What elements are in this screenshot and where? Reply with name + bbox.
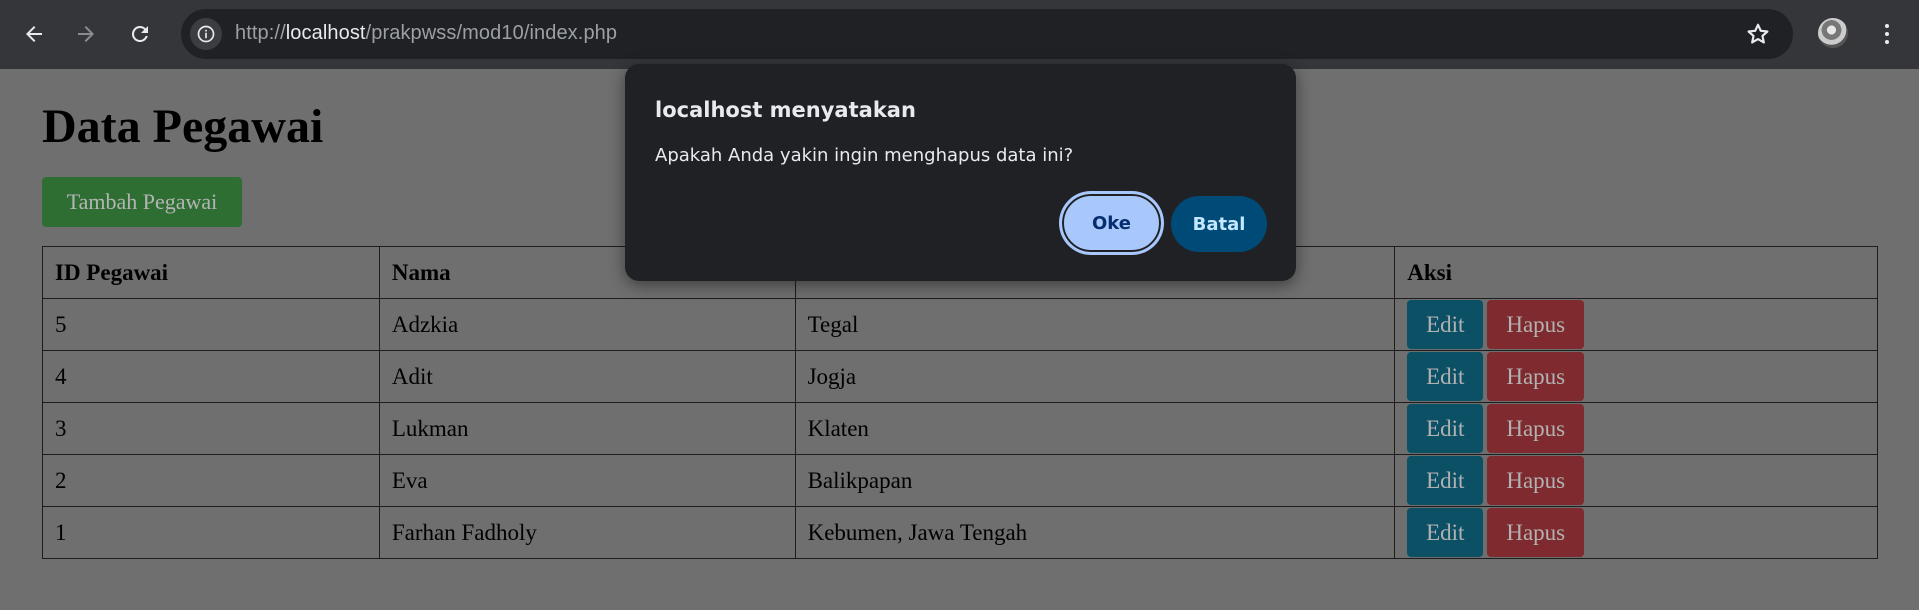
cell-actions: Edit Hapus [1394,506,1878,559]
cell-actions: Edit Hapus [1394,298,1878,351]
avatar[interactable] [1818,18,1848,48]
cell-id: 3 [42,402,380,455]
cell-address: Tegal [794,298,1396,351]
delete-button[interactable]: Hapus [1487,300,1585,349]
cell-address: Klaten [794,402,1396,455]
cell-address: Kebumen, Jawa Tengah [794,506,1396,559]
url-host: localhost [285,22,366,44]
cell-name: Lukman [378,402,796,455]
arrow-left-icon [26,26,42,42]
table-row: 4 Adit Jogja Edit Hapus [42,350,1878,403]
delete-button[interactable]: Hapus [1487,404,1585,453]
delete-button[interactable]: Hapus [1487,508,1585,557]
bookmark-button[interactable] [1741,17,1775,51]
add-employee-button[interactable]: Tambah Pegawai [42,177,242,227]
address-bar[interactable]: http://localhost/prakpwss/mod10/index.ph… [181,9,1793,59]
page-title: Data Pegawai [42,100,324,153]
back-button[interactable] [18,18,50,50]
cell-id: 1 [42,506,380,559]
reload-button[interactable] [124,18,156,50]
table-row: 5 Adzkia Tegal Edit Hapus [42,298,1878,351]
cell-actions: Edit Hapus [1394,350,1878,403]
cell-name: Adit [378,350,796,403]
column-header-action: Aksi [1394,246,1878,299]
forward-button[interactable] [70,18,102,50]
ok-button[interactable]: Oke [1060,192,1163,254]
table-row: 1 Farhan Fadholy Kebumen, Jawa Tengah Ed… [42,506,1878,559]
cell-address: Jogja [794,350,1396,403]
delete-button[interactable]: Hapus [1487,456,1585,505]
edit-button[interactable]: Edit [1407,456,1484,505]
table-row: 3 Lukman Klaten Edit Hapus [42,402,1878,455]
cell-name: Eva [378,454,796,507]
url-path: /prakpwss/mod10/index.php [365,22,618,44]
site-info-button[interactable] [190,18,222,50]
arrow-right-icon [78,26,94,42]
info-icon [197,25,215,43]
edit-button[interactable]: Edit [1407,352,1484,401]
url-prefix: http:// [235,22,286,44]
delete-button[interactable]: Hapus [1487,352,1585,401]
browser-toolbar: http://localhost/prakpwss/mod10/index.ph… [0,0,1919,69]
cell-id: 2 [42,454,380,507]
cancel-button[interactable]: Batal [1171,196,1267,252]
cell-id: 5 [42,298,380,351]
url-text: http://localhost/prakpwss/mod10/index.ph… [235,22,617,45]
dialog-title: localhost menyatakan [655,98,916,122]
cell-id: 4 [42,350,380,403]
employee-table: ID Pegawai Nama Aksi 5 Adzkia Tegal Edit… [42,246,1878,559]
star-icon [1747,23,1769,44]
reload-icon [131,25,148,42]
dialog-message: Apakah Anda yakin ingin menghapus data i… [655,145,1074,166]
cell-actions: Edit Hapus [1394,454,1878,507]
table-row: 2 Eva Balikpapan Edit Hapus [42,454,1878,507]
confirm-dialog: localhost menyatakan Apakah Anda yakin i… [625,64,1296,281]
column-header-id: ID Pegawai [42,246,380,299]
edit-button[interactable]: Edit [1407,404,1484,453]
kebab-menu-icon[interactable] [1874,18,1900,50]
cell-actions: Edit Hapus [1394,402,1878,455]
edit-button[interactable]: Edit [1407,300,1484,349]
cell-address: Balikpapan [794,454,1396,507]
edit-button[interactable]: Edit [1407,508,1484,557]
cell-name: Adzkia [378,298,796,351]
cell-name: Farhan Fadholy [378,506,796,559]
